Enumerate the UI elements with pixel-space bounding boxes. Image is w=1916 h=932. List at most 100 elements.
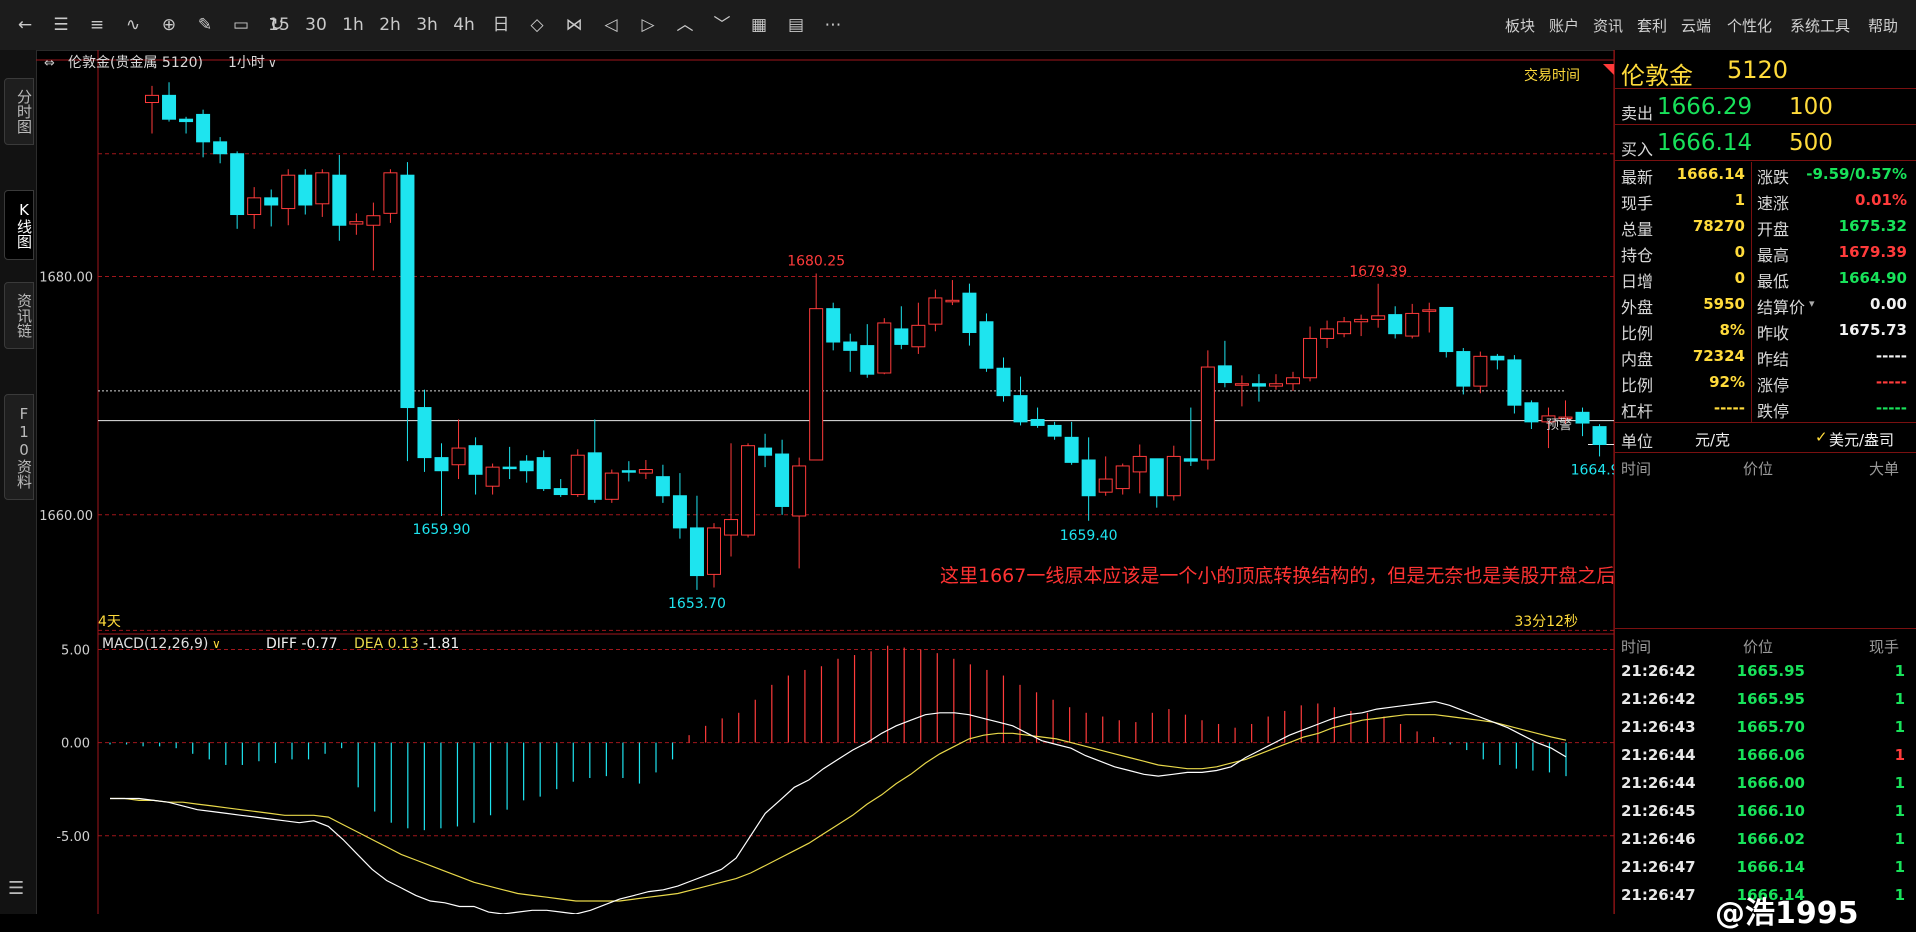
candle — [672, 473, 687, 539]
candle-body — [1371, 315, 1386, 320]
toolbar-icon-4[interactable]: ⊕ — [158, 12, 180, 38]
candle — [570, 449, 585, 497]
stat-value: ----- — [1875, 399, 1907, 417]
unit-value[interactable]: 元/克 — [1695, 429, 1730, 450]
toolbar-icon-2[interactable]: ≡ — [86, 12, 108, 38]
candle — [1286, 371, 1301, 391]
period-button-2[interactable]: 1h — [342, 12, 364, 38]
candle — [945, 280, 960, 306]
tool-icon-8[interactable]: ⋯ — [822, 12, 844, 38]
toolbar-icon-1[interactable]: ☰ — [50, 12, 72, 38]
period-button-5[interactable]: 4h — [453, 12, 475, 38]
period-button-0[interactable]: 15 — [268, 12, 290, 38]
period-button-6[interactable]: 日 — [490, 12, 512, 38]
menu-item-0[interactable]: 板块 — [1505, 15, 1535, 36]
candle — [860, 324, 875, 378]
tab-f10[interactable]: F10资料 — [4, 394, 34, 500]
tick-time: 21:26:42 — [1621, 690, 1696, 708]
candle — [792, 457, 807, 569]
tick-row: 21:26:42 1665.95 1 — [1615, 662, 1916, 690]
toolbar-icon-0[interactable]: ← — [14, 12, 36, 38]
candle — [911, 302, 926, 354]
sell-row[interactable]: 卖出 1666.29 100 — [1615, 90, 1916, 124]
candle — [213, 137, 228, 164]
menu-item-7[interactable]: 帮助 — [1868, 15, 1898, 36]
stat-value: 0.00 — [1869, 295, 1907, 313]
candle-body — [213, 141, 228, 155]
tool-icon-6[interactable]: ▦ — [748, 12, 770, 38]
period-button-4[interactable]: 3h — [416, 12, 438, 38]
unit-row: 单位 元/克 ✓ 美元/盎司 — [1615, 424, 1916, 452]
candle — [1524, 400, 1539, 430]
menu-item-5[interactable]: 个性化 — [1727, 15, 1772, 36]
tick-list[interactable]: 21:26:42 1665.95 1 21:26:42 1665.95 1 21:26:43… — [1615, 662, 1916, 914]
chart-symbol-label: 伦敦金(贵金属 5120) — [68, 55, 203, 71]
candle — [1456, 347, 1471, 395]
candle — [519, 455, 534, 483]
buy-row[interactable]: 买入 1666.14 500 — [1615, 126, 1916, 160]
candle-body — [468, 445, 483, 475]
tab-news-chain[interactable]: 资讯链 — [4, 282, 34, 349]
candle — [809, 273, 824, 461]
candle-body — [911, 324, 926, 348]
candle — [1115, 463, 1130, 495]
menu-icon[interactable]: ☰ — [8, 878, 24, 899]
stat-label: 日增 — [1621, 272, 1654, 291]
tick-vol: 1 — [1894, 830, 1905, 848]
tool-icon-5[interactable]: ﹀ — [711, 12, 733, 38]
toolbar-icon-3[interactable]: ∿ — [122, 12, 144, 38]
tick-time: 21:26:47 — [1621, 886, 1696, 904]
tool-icon-3[interactable]: ▷ — [637, 12, 659, 38]
tool-icon-7[interactable]: ▤ — [785, 12, 807, 38]
menu-item-4[interactable]: 云端 — [1681, 15, 1711, 36]
candle — [1337, 316, 1352, 338]
candle — [1388, 306, 1403, 339]
tick-row: 21:26:44 1666.00 1 — [1615, 774, 1916, 802]
tab-timeshare[interactable]: 分时图 — [4, 78, 34, 145]
unit-option[interactable]: 美元/盎司 — [1829, 429, 1894, 450]
candle-body — [1132, 455, 1147, 473]
menu-item-3[interactable]: 套利 — [1637, 15, 1667, 36]
period-button-3[interactable]: 2h — [379, 12, 401, 38]
candle — [877, 318, 892, 375]
toolbar-icon-6[interactable]: ▭ — [230, 12, 252, 38]
kline-chart[interactable]: 1680.00 1660.00 1680.25 1679.39 1659.90 1653.… — [36, 50, 1614, 914]
tick-row: 21:26:43 1665.70 1 — [1615, 718, 1916, 746]
buy-label: 买入 — [1621, 140, 1654, 159]
stat-label: 最高 — [1757, 246, 1790, 265]
tick-row: 21:26:42 1665.95 1 — [1615, 690, 1916, 718]
candle-body — [1200, 366, 1215, 461]
period-button-1[interactable]: 30 — [305, 12, 327, 38]
tick-vol: 1 — [1894, 802, 1905, 820]
candle — [621, 461, 636, 482]
stat-label: 外盘 — [1621, 298, 1654, 317]
candle-body — [485, 466, 500, 487]
menu-item-6[interactable]: 系统工具 — [1790, 15, 1850, 36]
tab-kline[interactable]: K线图 — [4, 190, 34, 260]
candle — [247, 187, 262, 229]
candle-body — [247, 197, 262, 216]
candle — [1490, 353, 1505, 370]
big-col-price: 价位 — [1743, 460, 1774, 478]
menu-item-1[interactable]: 账户 — [1549, 15, 1579, 36]
candle — [145, 85, 159, 134]
candle-body — [1320, 328, 1335, 339]
tool-icon-4[interactable]: ︿ — [674, 12, 696, 38]
macd-value: -1.81 — [423, 636, 459, 652]
candle — [1592, 424, 1607, 457]
candle-body — [1115, 465, 1130, 490]
tool-icon-0[interactable]: ◇ — [526, 12, 548, 38]
menu-item-2[interactable]: 资讯 — [1593, 15, 1623, 36]
candle-body — [724, 519, 739, 536]
candle — [604, 469, 619, 503]
chevron-down-icon[interactable]: ▾ — [1809, 297, 1815, 310]
candle-body — [281, 174, 296, 210]
tool-icon-2[interactable]: ◁ — [600, 12, 622, 38]
tool-icon-1[interactable]: ⋈ — [563, 12, 585, 38]
candle-body — [553, 488, 568, 496]
candle — [502, 446, 517, 480]
sidebar: 分时图 K线图 资讯链 F10资料 ☰ — [0, 50, 37, 914]
watermark: @浩1995 — [1715, 896, 1859, 931]
candle-body — [417, 407, 432, 459]
toolbar-icon-5[interactable]: ✎ — [194, 12, 216, 38]
